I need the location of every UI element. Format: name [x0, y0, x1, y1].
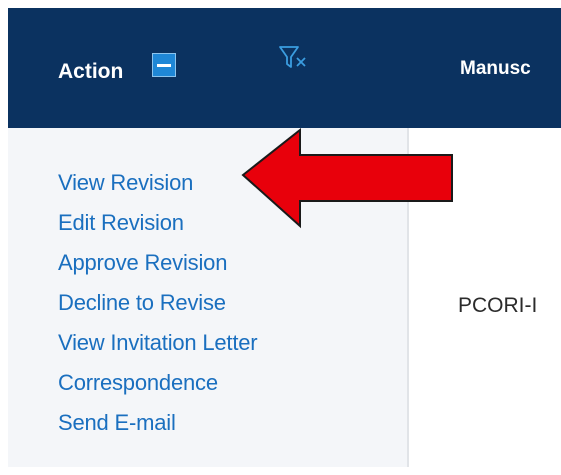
filter-clear-icon[interactable] — [278, 44, 308, 72]
decline-to-revise-link[interactable]: Decline to Revise — [58, 290, 226, 315]
minus-bar — [157, 64, 171, 67]
list-item: Approve Revision — [58, 250, 257, 290]
grid-header: Action Manusc — [8, 8, 561, 128]
manuscript-column-header: Manusc — [460, 58, 531, 79]
list-item: Edit Revision — [58, 210, 257, 250]
edit-revision-link[interactable]: Edit Revision — [58, 210, 184, 235]
action-column-header: Action — [58, 60, 124, 83]
list-item: Send E-mail — [58, 410, 257, 450]
view-invitation-letter-link[interactable]: View Invitation Letter — [58, 330, 258, 355]
view-revision-link[interactable]: View Revision — [58, 170, 193, 195]
approve-revision-link[interactable]: Approve Revision — [58, 250, 227, 275]
send-email-link[interactable]: Send E-mail — [58, 410, 176, 435]
left-arrow-icon — [241, 128, 453, 229]
correspondence-link[interactable]: Correspondence — [58, 370, 218, 395]
action-links-list: View Revision Edit Revision Approve Revi… — [58, 170, 258, 450]
list-item: View Invitation Letter — [58, 330, 258, 370]
minus-square-icon[interactable] — [152, 53, 176, 77]
list-item: Decline to Revise — [58, 290, 257, 330]
list-item: Correspondence — [58, 370, 257, 410]
list-item: View Revision — [58, 170, 257, 210]
manuscript-number-value: PCORI-I — [458, 294, 538, 317]
